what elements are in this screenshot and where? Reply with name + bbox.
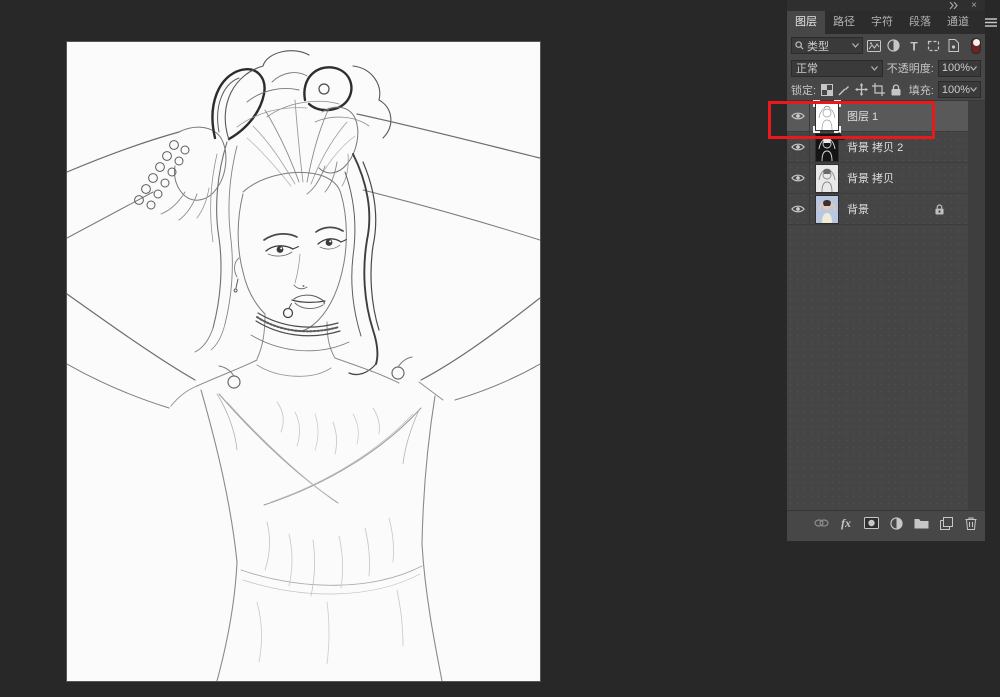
layer-row-bg-copy2[interactable]: 背景 拷贝 2 — [787, 132, 968, 163]
visibility-toggle[interactable] — [787, 194, 810, 225]
svg-text:T: T — [910, 40, 918, 52]
lock-label: 锁定: — [791, 82, 816, 98]
panel-menu-icon[interactable] — [977, 11, 1000, 34]
opacity-input[interactable]: 100% — [938, 60, 981, 77]
layer-thumbnail-photo[interactable] — [816, 196, 838, 223]
smart-object-filter-icon[interactable] — [945, 37, 962, 54]
adjustment-layer-filter-icon[interactable] — [885, 37, 902, 54]
trash-icon[interactable] — [963, 515, 979, 531]
mask-icon[interactable] — [863, 515, 879, 531]
lock-position-icon[interactable] — [855, 82, 868, 97]
pencil-sketch-drawing — [67, 42, 540, 681]
shape-layer-filter-icon[interactable] — [925, 37, 942, 54]
opacity-value: 100% — [942, 62, 970, 74]
filter-toggle-switch[interactable] — [971, 38, 981, 54]
lock-artboard-icon[interactable] — [872, 82, 885, 97]
layer-name[interactable]: 背景 拷贝 — [847, 170, 894, 186]
pixel-layer-filter-icon[interactable] — [866, 37, 883, 54]
eye-icon — [791, 173, 805, 183]
layer-row-background[interactable]: 背景 — [787, 194, 968, 225]
search-icon — [795, 41, 804, 50]
opacity-label: 不透明度: — [887, 60, 934, 76]
new-layer-icon[interactable] — [938, 515, 954, 531]
chevron-down-icon — [871, 66, 878, 71]
layer-thumbnail-light[interactable] — [816, 165, 838, 192]
lock-all-icon[interactable] — [889, 82, 902, 97]
lock-row: 锁定: 填充: 100% — [787, 79, 985, 100]
blend-mode-value: 正常 — [796, 60, 818, 76]
blend-mode-row: 正常 不透明度: 100% — [787, 57, 985, 79]
layer-name[interactable]: 图层 1 — [847, 108, 878, 124]
filter-kind-select[interactable]: 类型 — [791, 37, 863, 54]
chevron-down-icon — [970, 66, 977, 71]
layer-thumbnail-sketch[interactable] — [816, 103, 838, 130]
type-layer-filter-icon[interactable]: T — [905, 37, 922, 54]
blend-mode-select[interactable]: 正常 — [791, 60, 883, 77]
eye-icon — [791, 204, 805, 214]
eye-icon — [791, 111, 805, 121]
collapse-panel-icon[interactable] — [949, 2, 959, 9]
layer-list: 图层 1 背景 拷贝 2 背景 拷贝 — [787, 100, 985, 510]
lock-icon — [935, 204, 944, 215]
lock-transparent-icon[interactable] — [820, 82, 833, 97]
adjustment-icon[interactable] — [888, 515, 904, 531]
folder-icon[interactable] — [913, 515, 929, 531]
layer-row-layer1[interactable]: 图层 1 — [787, 101, 968, 132]
selection-brackets — [813, 100, 841, 133]
document-canvas[interactable] — [67, 42, 540, 681]
tab-layers[interactable]: 图层 — [787, 11, 825, 34]
drag-indicator-triangle — [833, 132, 845, 140]
fill-label: 填充: — [909, 82, 934, 98]
fill-value: 100% — [942, 84, 970, 96]
tab-character[interactable]: 字符 — [863, 11, 901, 34]
filter-kind-label: 类型 — [807, 38, 849, 54]
panel-bottom-bar: fx — [787, 510, 985, 535]
tab-paragraph[interactable]: 段落 — [901, 11, 939, 34]
layer-name[interactable]: 背景 — [847, 201, 869, 217]
lock-pixels-icon[interactable] — [837, 82, 850, 97]
close-icon[interactable]: × — [971, 2, 977, 10]
panel-titlebar: × — [787, 0, 985, 11]
visibility-toggle[interactable] — [787, 163, 810, 194]
eye-icon — [791, 142, 805, 152]
chevron-down-icon — [970, 87, 977, 92]
scrollbar-track[interactable] — [968, 101, 985, 510]
tab-channels[interactable]: 通道 — [939, 11, 977, 34]
tab-paths[interactable]: 路径 — [825, 11, 863, 34]
layer-filter-row: 类型 T — [787, 34, 985, 57]
layers-panel: × 图层 路径 字符 段落 通道 类型 T — [787, 0, 985, 542]
layer-row-bg-copy[interactable]: 背景 拷贝 — [787, 163, 968, 194]
chevron-down-icon — [852, 43, 859, 48]
panel-tab-bar: 图层 路径 字符 段落 通道 — [787, 11, 985, 34]
visibility-toggle[interactable] — [787, 132, 810, 163]
visibility-toggle[interactable] — [787, 101, 810, 132]
layer-name[interactable]: 背景 拷贝 2 — [847, 139, 903, 155]
fill-input[interactable]: 100% — [938, 81, 981, 98]
link-icon[interactable] — [813, 515, 829, 531]
fx-icon[interactable]: fx — [838, 515, 854, 531]
